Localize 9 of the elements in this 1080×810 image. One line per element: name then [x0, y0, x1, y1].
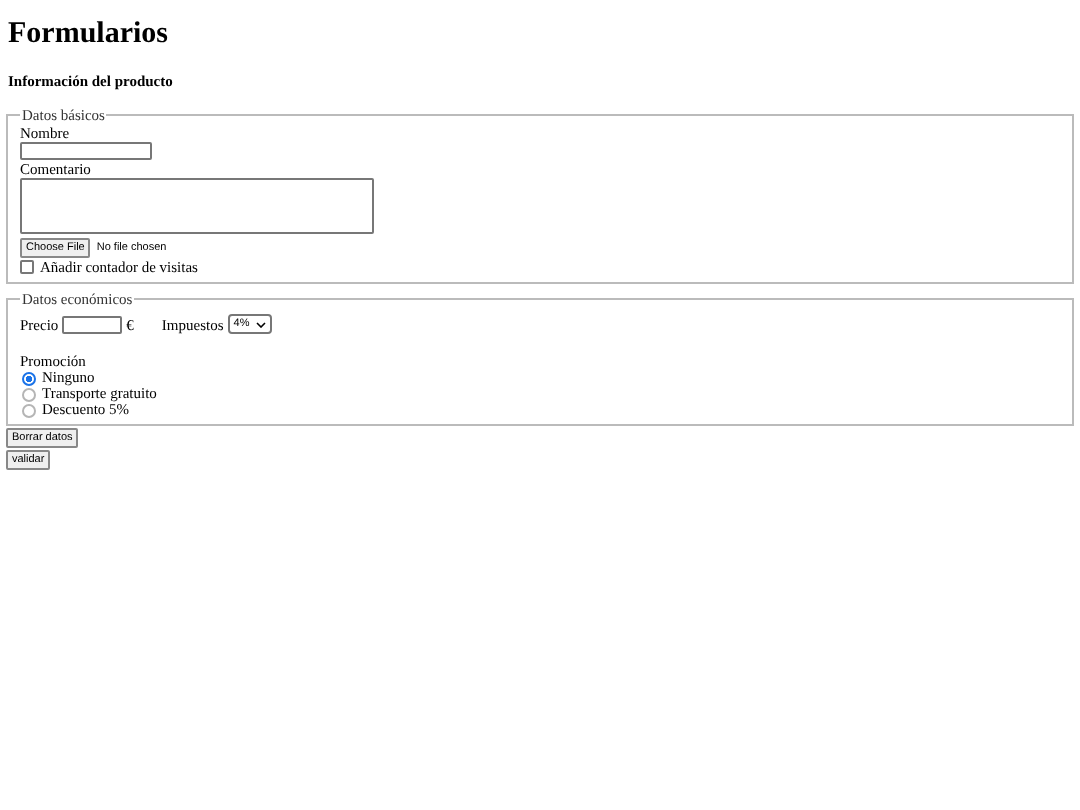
comment-field[interactable]: [20, 178, 374, 234]
price-field[interactable]: [62, 315, 123, 333]
checkbox[interactable]: [20, 260, 34, 274]
radio-button[interactable]: [22, 403, 36, 417]
name-field[interactable]: [20, 142, 152, 160]
chevron-down-icon: [255, 321, 266, 327]
page-title: Formularios: [8, 16, 170, 52]
radio-button[interactable]: [22, 371, 36, 385]
radio-button[interactable]: [22, 387, 36, 401]
